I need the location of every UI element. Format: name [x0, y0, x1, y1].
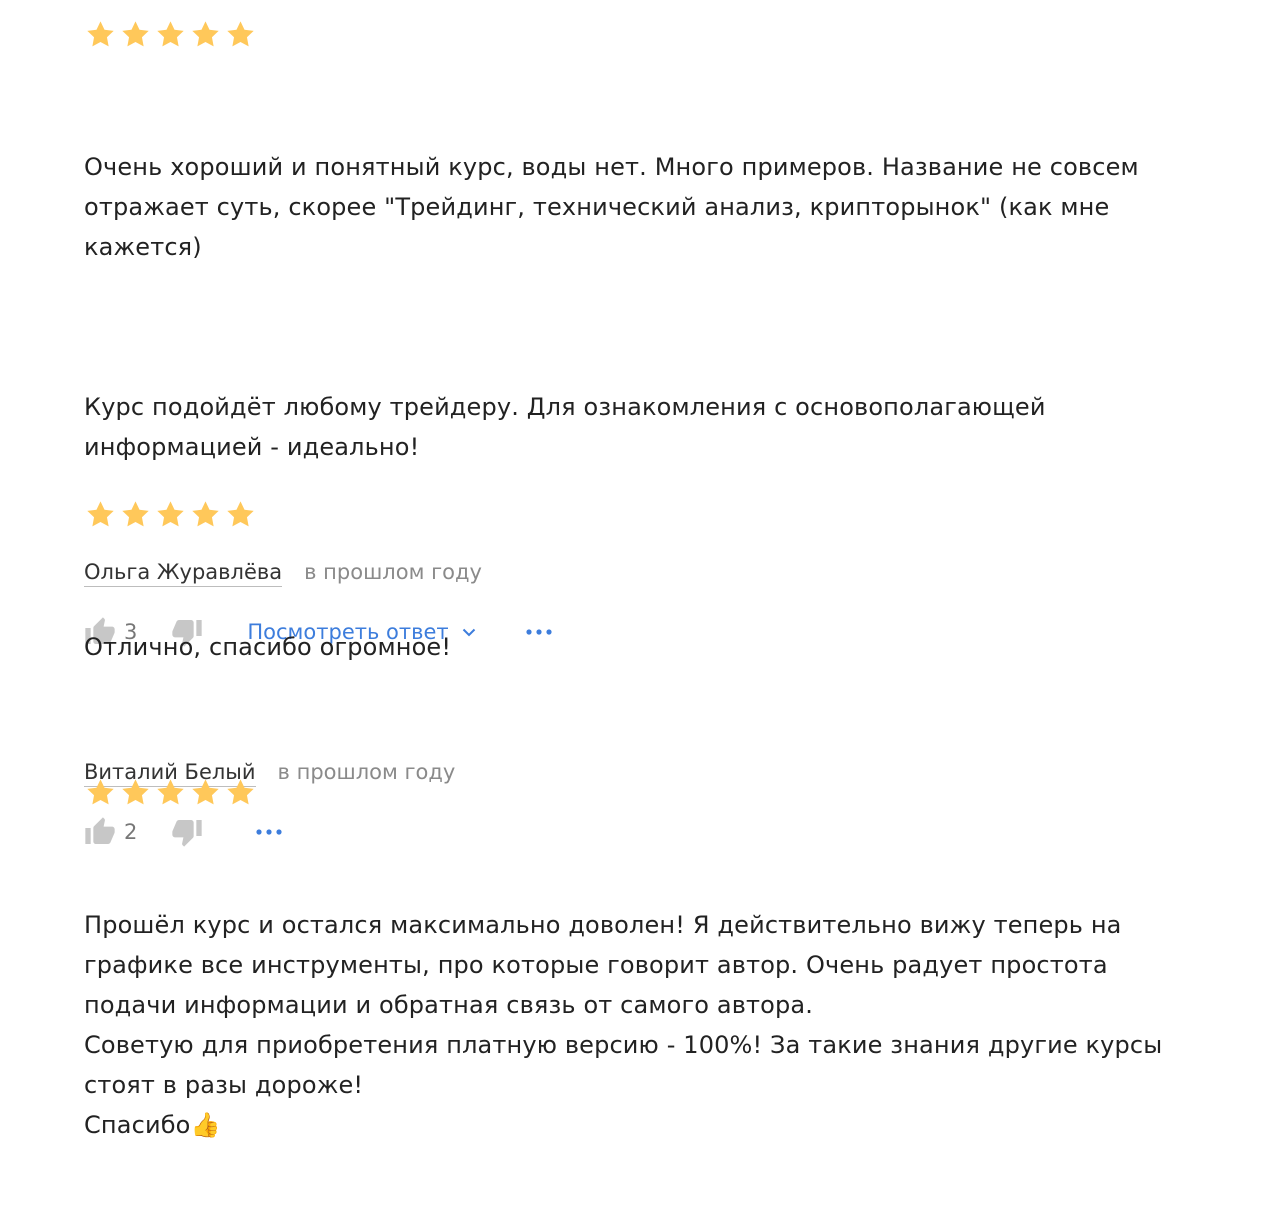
star-icon — [190, 499, 225, 534]
review-text: Прошёл курс и остался максимально доволе… — [84, 825, 1234, 1225]
star-icon — [225, 777, 260, 812]
star-icon — [190, 19, 225, 54]
review-paragraph: Курс подойдёт любому трейдеру. Для ознак… — [84, 393, 1046, 461]
star-icon — [190, 777, 225, 812]
star-icon — [120, 499, 155, 534]
star-icon — [155, 499, 190, 534]
star-icon — [85, 777, 120, 812]
star-icon — [155, 19, 190, 54]
star-icon — [225, 19, 260, 54]
review-paragraph: Очень хороший и понятный курс, воды нет.… — [84, 153, 1139, 261]
star-rating — [85, 774, 1234, 814]
star-icon — [85, 19, 120, 54]
star-icon — [120, 19, 155, 54]
review-card: Прошёл курс и остался максимально доволе… — [84, 774, 1234, 1225]
review-paragraph: Отлично, спасибо огромное! — [84, 633, 452, 661]
star-rating — [85, 16, 1234, 56]
star-rating — [85, 496, 1234, 536]
review-text: Отлично, спасибо огромное! — [84, 547, 1234, 747]
star-icon — [225, 499, 260, 534]
star-icon — [155, 777, 190, 812]
review-text: Очень хороший и понятный курс, воды нет.… — [84, 67, 1234, 547]
star-icon — [120, 777, 155, 812]
star-icon — [85, 499, 120, 534]
review-paragraph: Прошёл курс и остался максимально доволе… — [84, 911, 1163, 1139]
